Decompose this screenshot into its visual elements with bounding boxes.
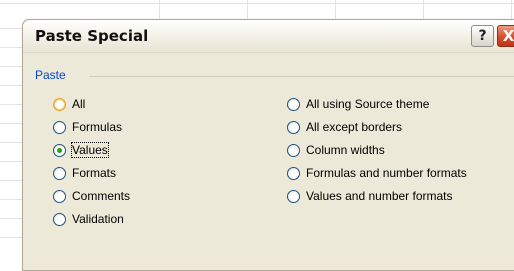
radio-button[interactable] [287, 97, 300, 111]
dialog-title: Paste Special [35, 27, 149, 45]
radio-all-using-source-theme[interactable]: All using Source theme [287, 95, 429, 113]
radio-formulas[interactable]: Formulas [53, 118, 122, 136]
radio-button[interactable] [53, 166, 66, 180]
radio-button[interactable] [287, 143, 300, 157]
radio-formats[interactable]: Formats [53, 164, 116, 182]
help-icon[interactable]: ? [471, 25, 494, 47]
radio-label: Validation [72, 212, 124, 226]
paste-group-label: Paste [35, 68, 66, 82]
radio-label: All [72, 97, 86, 111]
radio-button[interactable] [53, 120, 66, 134]
close-icon[interactable]: X [497, 25, 514, 47]
radio-label: Column widths [306, 143, 385, 157]
radio-column-widths[interactable]: Column widths [287, 141, 385, 159]
radio-button[interactable] [287, 166, 300, 180]
radio-label: Formulas and number formats [306, 166, 467, 180]
radio-label: Formats [72, 166, 117, 180]
radio-label: All using Source theme [306, 97, 430, 111]
group-divider [89, 76, 514, 77]
dialog-titlebar[interactable]: Paste Special ? X [23, 20, 514, 53]
radio-button[interactable] [53, 97, 66, 111]
radio-button[interactable] [287, 189, 300, 203]
radio-label: Values [71, 142, 109, 158]
radio-all[interactable]: All [53, 95, 85, 113]
radio-values[interactable]: Values [53, 141, 109, 159]
radio-values-and-number-formats[interactable]: Values and number formats [287, 187, 453, 205]
radio-button[interactable] [53, 143, 66, 157]
radio-label: Values and number formats [306, 189, 453, 203]
radio-formulas-and-number-formats[interactable]: Formulas and number formats [287, 164, 467, 182]
radio-all-except-borders[interactable]: All except borders [287, 118, 402, 136]
paste-special-dialog: Paste Special ? X Paste All Formulas Val… [22, 19, 514, 271]
radio-label: Comments [72, 189, 131, 203]
radio-label: All except borders [306, 120, 403, 134]
radio-button[interactable] [53, 212, 66, 226]
radio-validation[interactable]: Validation [53, 210, 124, 228]
radio-button[interactable] [53, 189, 66, 203]
radio-button[interactable] [287, 120, 300, 134]
radio-label: Formulas [72, 120, 123, 134]
radio-comments[interactable]: Comments [53, 187, 130, 205]
